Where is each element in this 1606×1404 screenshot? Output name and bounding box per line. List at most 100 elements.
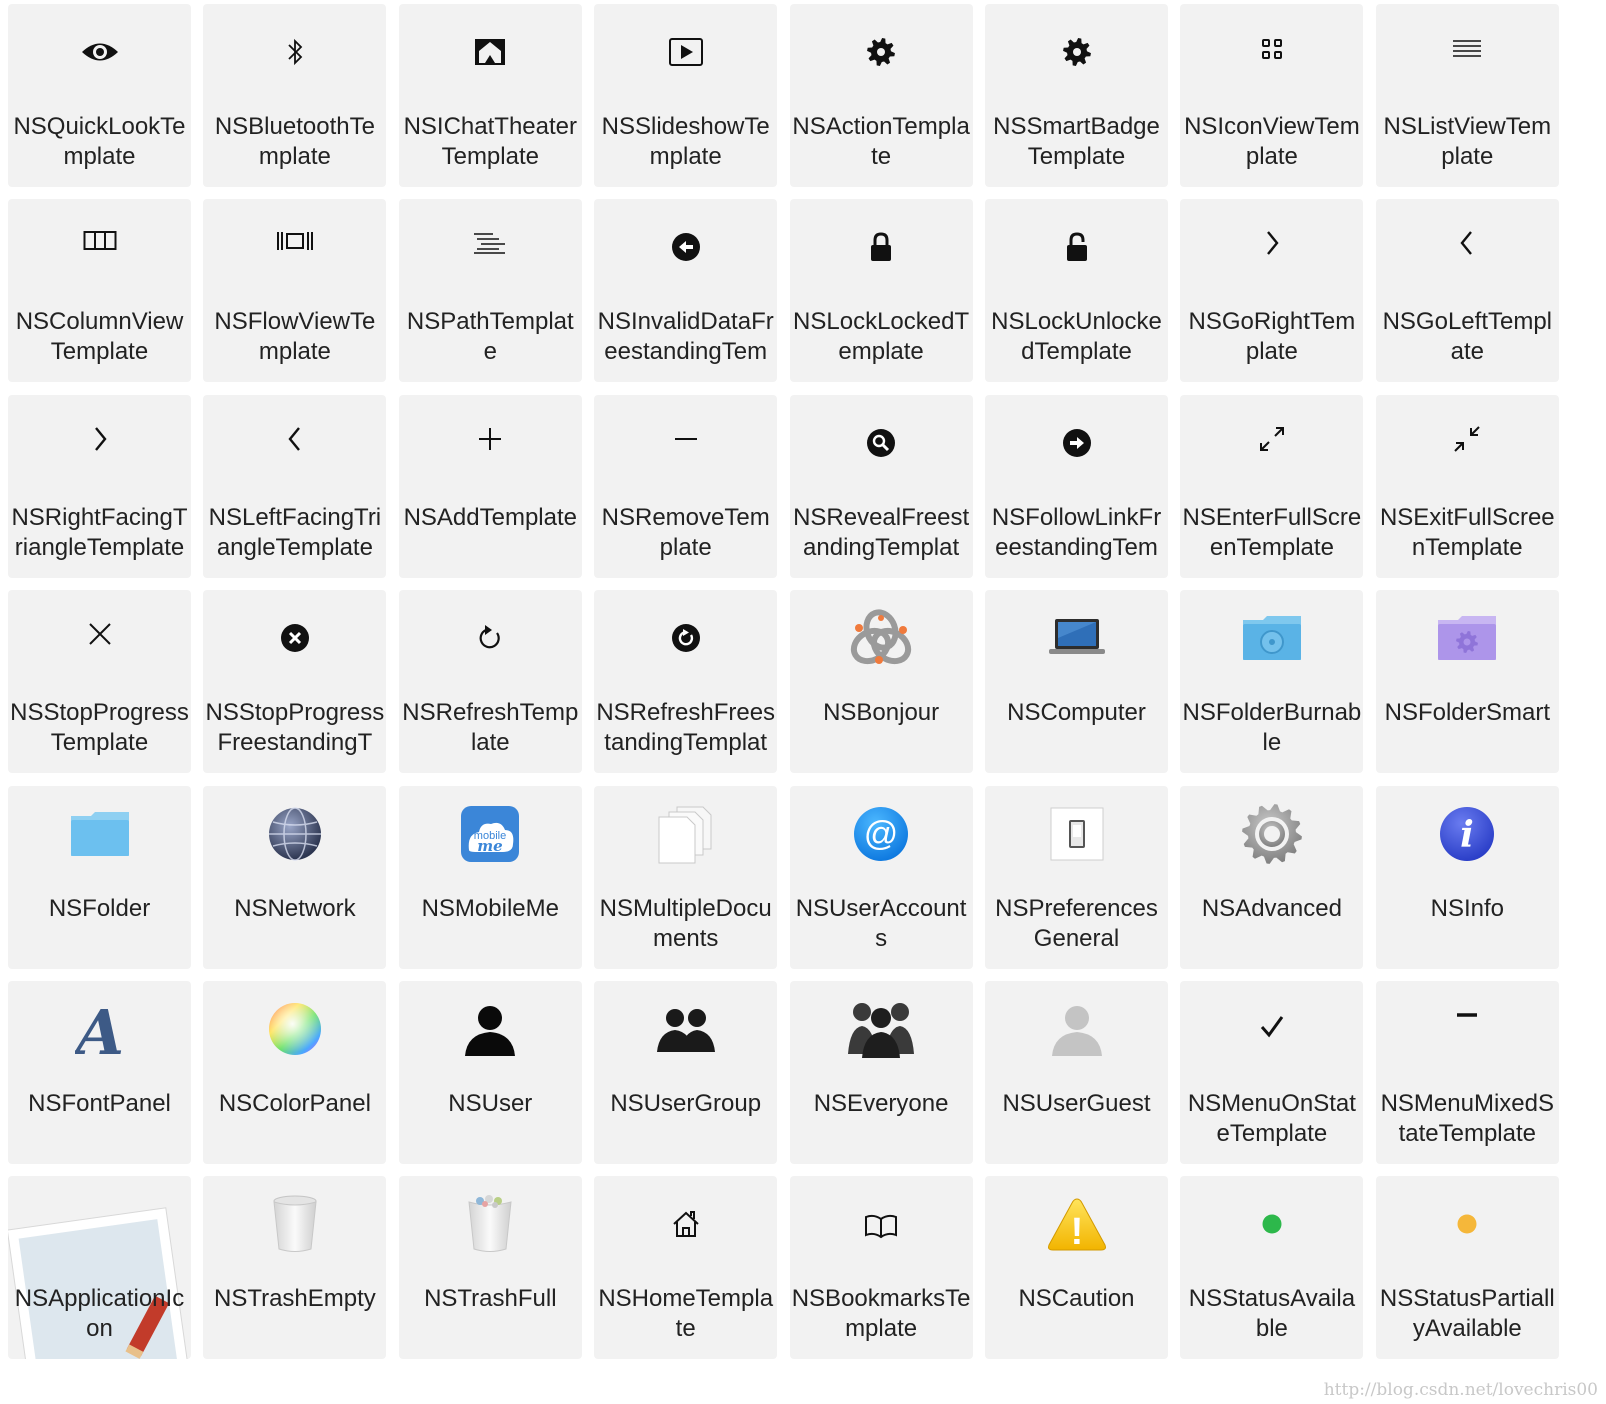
mobileme-icon: mobile me xyxy=(399,800,582,868)
at-sign-glyph: @ xyxy=(864,815,899,853)
icon-label: NSUserGuest xyxy=(1002,1090,1151,1117)
icon-label: NSActionTemplate xyxy=(792,113,970,170)
icon-label: NSComputer xyxy=(1007,699,1146,727)
icon-label: NSEnterFullScreenTemplate xyxy=(1182,503,1362,561)
icon-label: NSGoLeftTemplate xyxy=(1382,308,1552,366)
enter-fullscreen-icon xyxy=(1180,405,1363,473)
icon-tile: NSRemoveTemplate xyxy=(594,394,778,578)
icon-label: NSListViewTemplate xyxy=(1383,113,1552,170)
icon-label: NSIChatTheaterTemplate xyxy=(403,113,577,170)
icon-label: NSBookmarksTemplate xyxy=(791,1285,971,1343)
mobileme-logo-text-me: me xyxy=(478,837,503,855)
icon-label: NSRefreshTemplate xyxy=(402,699,579,757)
icon-tile: NSBluetoothTemplate xyxy=(203,4,387,187)
icon-tile: NSActionTemplate xyxy=(789,4,973,187)
status-dot-icon xyxy=(1376,1190,1559,1258)
icon-label: NSHomeTemplate xyxy=(598,1285,774,1343)
icon-tile: i NSInfo xyxy=(1375,785,1559,969)
color-wheel-icon xyxy=(203,995,386,1063)
gear-icon xyxy=(985,18,1168,86)
icon-tile: NSInvalidDataFreestandingTem xyxy=(594,199,778,383)
icon-tile: NSIconViewTemplate xyxy=(1180,4,1364,187)
chevron-left-icon xyxy=(203,405,386,473)
icon-tile: NSGoRightTemplate xyxy=(1180,199,1364,383)
icon-label: NSRevealFreestandingTemplat xyxy=(793,503,970,561)
at-sign-icon: @ xyxy=(790,800,973,868)
icon-label: NSRightFacingTriangleTemplate xyxy=(11,503,188,561)
icon-tile: NSMenuMixedStateTemplate xyxy=(1375,981,1559,1164)
icon-label: NSStatusPartiallyAvailable xyxy=(1379,1285,1555,1343)
bonjour-icon xyxy=(790,604,973,672)
icon-tile: NSRefreshFreestandingTemplat xyxy=(594,590,778,774)
icon-label: NSLockUnlockedTemplate xyxy=(991,308,1162,366)
icon-view-icon xyxy=(1180,15,1363,83)
icon-label: NSPathTemplate xyxy=(406,308,574,366)
icon-label: NSStatusAvailable xyxy=(1188,1285,1356,1343)
icon-tile: NSRightFacingTriangleTemplate xyxy=(8,394,191,578)
icon-tile: NSEnterFullScreenTemplate xyxy=(1180,394,1364,578)
refresh-icon xyxy=(399,604,582,672)
icon-label: NSMenuOnStateTemplate xyxy=(1187,1090,1356,1147)
icon-tile: NSUser xyxy=(398,981,582,1164)
icon-tile: NSPreferencesGeneral xyxy=(985,785,1168,969)
smart-folder-icon xyxy=(1376,604,1559,672)
icon-tile: NSFolder xyxy=(8,785,191,969)
icon-label: NSEveryone xyxy=(813,1090,949,1117)
icon-tile: NSSmartBadgeTemplate xyxy=(985,4,1168,187)
folder-icon xyxy=(8,800,191,868)
user-icon xyxy=(399,995,582,1063)
gear-icon xyxy=(790,18,973,86)
laptop-icon xyxy=(985,604,1168,672)
icon-tile: @ NSUserAccounts xyxy=(789,785,973,969)
icon-label: NSFolder xyxy=(48,894,151,922)
icon-tile: NSMenuOnStateTemplate xyxy=(1180,981,1364,1164)
icon-tile: NSLeftFacingTriangleTemplate xyxy=(203,394,387,578)
icon-label: NSTrashEmpty xyxy=(213,1285,376,1313)
icon-tile: NSComputer xyxy=(985,590,1168,774)
icon-tile: NSAddTemplate xyxy=(398,394,582,578)
icon-tile: NSLockLockedTemplate xyxy=(789,199,973,383)
lock-locked-icon xyxy=(790,213,973,281)
refresh-circle-icon xyxy=(594,604,777,672)
icon-label: NSPreferencesGeneral xyxy=(995,894,1158,952)
icon-tile: NSAdvanced xyxy=(1180,785,1364,969)
close-circle-icon xyxy=(203,604,386,672)
switch-icon xyxy=(985,800,1168,868)
ichat-theater-icon xyxy=(399,18,582,86)
chevron-right-icon xyxy=(1180,209,1363,277)
icon-label: NSInfo xyxy=(1430,894,1504,922)
exit-fullscreen-icon xyxy=(1376,405,1559,473)
icon-label: NSFolderBurnable xyxy=(1182,699,1362,757)
chevron-right-icon xyxy=(8,405,191,473)
flow-view-icon xyxy=(203,207,386,275)
font-icon: A xyxy=(8,995,191,1063)
documents-icon xyxy=(594,800,777,868)
icon-label: NSApplicationIcon xyxy=(14,1285,185,1343)
trash-full-icon xyxy=(399,1190,582,1258)
icon-label: NSExitFullScreenTemplate xyxy=(1379,503,1555,561)
icon-label: NSColorPanel xyxy=(218,1090,371,1117)
icon-label: NSSmartBadgeTemplate xyxy=(993,113,1160,170)
image-grid: NSQuickLookTemplate NSBluetoothTemplate NS… xyxy=(0,0,1606,1404)
font-glyph: A xyxy=(75,998,124,1060)
list-view-icon xyxy=(1376,15,1559,83)
icon-tile: NSColumnViewTemplate xyxy=(8,199,191,383)
icon-tile: NSTrashFull xyxy=(398,1176,582,1360)
status-dot-icon xyxy=(1180,1190,1363,1258)
icon-tile: NSUserGroup xyxy=(594,981,778,1164)
icon-tile: NSHomeTemplate xyxy=(594,1176,778,1360)
icon-tile: NSStopProgressTemplate xyxy=(8,590,191,774)
icon-tile: NSIChatTheaterTemplate xyxy=(398,4,582,187)
icon-label: NSMenuMixedStateTemplate xyxy=(1380,1090,1554,1147)
follow-link-icon xyxy=(985,409,1168,477)
icon-tile: NSColorPanel xyxy=(203,981,387,1164)
icon-label: NSFlowViewTemplate xyxy=(214,308,376,366)
back-circle-icon xyxy=(594,213,777,281)
icon-label: NSTrashFull xyxy=(424,1285,557,1313)
bluetooth-icon xyxy=(203,18,386,86)
minus-icon xyxy=(594,405,777,473)
icon-label: NSLockLockedTemplate xyxy=(793,308,970,366)
icon-tile: NSRevealFreestandingTemplat xyxy=(789,394,973,578)
icon-label: NSRemoveTemplate xyxy=(601,503,770,561)
icon-label: NSFontPanel xyxy=(28,1090,171,1117)
